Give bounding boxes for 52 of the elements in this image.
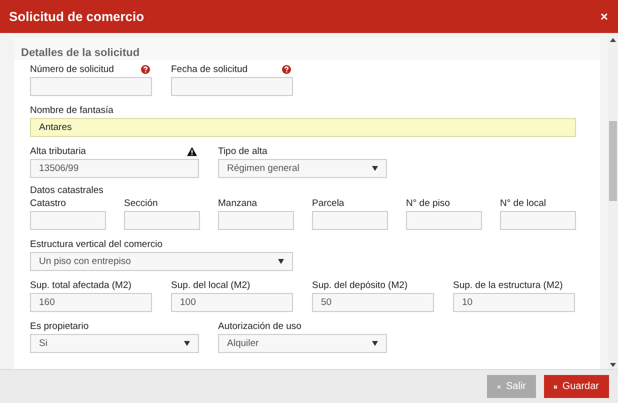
caret-icon — [372, 341, 378, 346]
field-label: Parcela — [312, 198, 344, 209]
save-button[interactable]: Guardar — [544, 375, 609, 398]
scrollbar-thumb[interactable] — [609, 121, 617, 201]
select-field[interactable]: Régimen general — [218, 159, 387, 178]
field-label: Sup. del depósito (M2) — [312, 280, 408, 291]
field-label: Catastro — [30, 198, 66, 209]
help-icon[interactable] — [282, 65, 291, 74]
field-label: Sup. de la estructura (M2) — [453, 280, 563, 291]
caret-icon — [372, 166, 378, 171]
help-icon[interactable] — [141, 65, 150, 74]
field-label: Alta tributaria — [30, 146, 86, 157]
field-label: Sección — [124, 198, 158, 209]
field-label: Estructura vertical del comercio — [30, 239, 163, 250]
field-label: N° de piso — [406, 198, 450, 209]
field-label: Tipo de alta — [218, 146, 268, 157]
input-field[interactable] — [124, 211, 200, 230]
select-field[interactable]: Alquiler — [218, 334, 387, 353]
group-label: Datos catastrales — [30, 185, 104, 196]
field-label: Número de solicitud — [30, 64, 114, 75]
input-field[interactable]: 100 — [171, 293, 293, 312]
field-label: Fecha de solicitud — [171, 64, 248, 75]
field-label: Sup. del local (M2) — [171, 280, 250, 291]
close-icon — [497, 382, 501, 390]
input-field[interactable]: Antares — [30, 118, 576, 137]
scroll-up-icon[interactable] — [610, 38, 616, 42]
input-field[interactable] — [30, 211, 106, 230]
field-label: Autorización de uso — [218, 321, 302, 332]
input-field[interactable] — [406, 211, 482, 230]
input-field[interactable]: 160 — [30, 293, 152, 312]
select-field[interactable]: Si — [30, 334, 199, 353]
select-field[interactable]: Un piso con entrepiso — [30, 252, 293, 271]
caret-icon — [184, 341, 190, 346]
input-field[interactable] — [500, 211, 576, 230]
field-label: Sup. total afectada (M2) — [30, 280, 132, 291]
close-button[interactable]: × — [598, 10, 610, 23]
input-field[interactable]: 13506/99 — [30, 159, 199, 178]
input-field[interactable] — [312, 211, 388, 230]
warning-icon — [187, 147, 197, 156]
input-field[interactable]: 10 — [453, 293, 575, 312]
section-title: Detalles de la solicitud — [21, 47, 140, 59]
input-field[interactable] — [171, 77, 293, 96]
field-label: Es propietario — [30, 321, 89, 332]
input-field[interactable]: 50 — [312, 293, 434, 312]
caret-icon — [278, 259, 284, 264]
floppy-icon — [554, 382, 558, 390]
field-label: N° de local — [500, 198, 546, 209]
field-label: Manzana — [218, 198, 258, 209]
input-field[interactable] — [30, 77, 152, 96]
window-title: Solicitud de comercio — [9, 9, 144, 24]
input-field[interactable] — [218, 211, 294, 230]
field-label: Nombre de fantasía — [30, 105, 114, 116]
